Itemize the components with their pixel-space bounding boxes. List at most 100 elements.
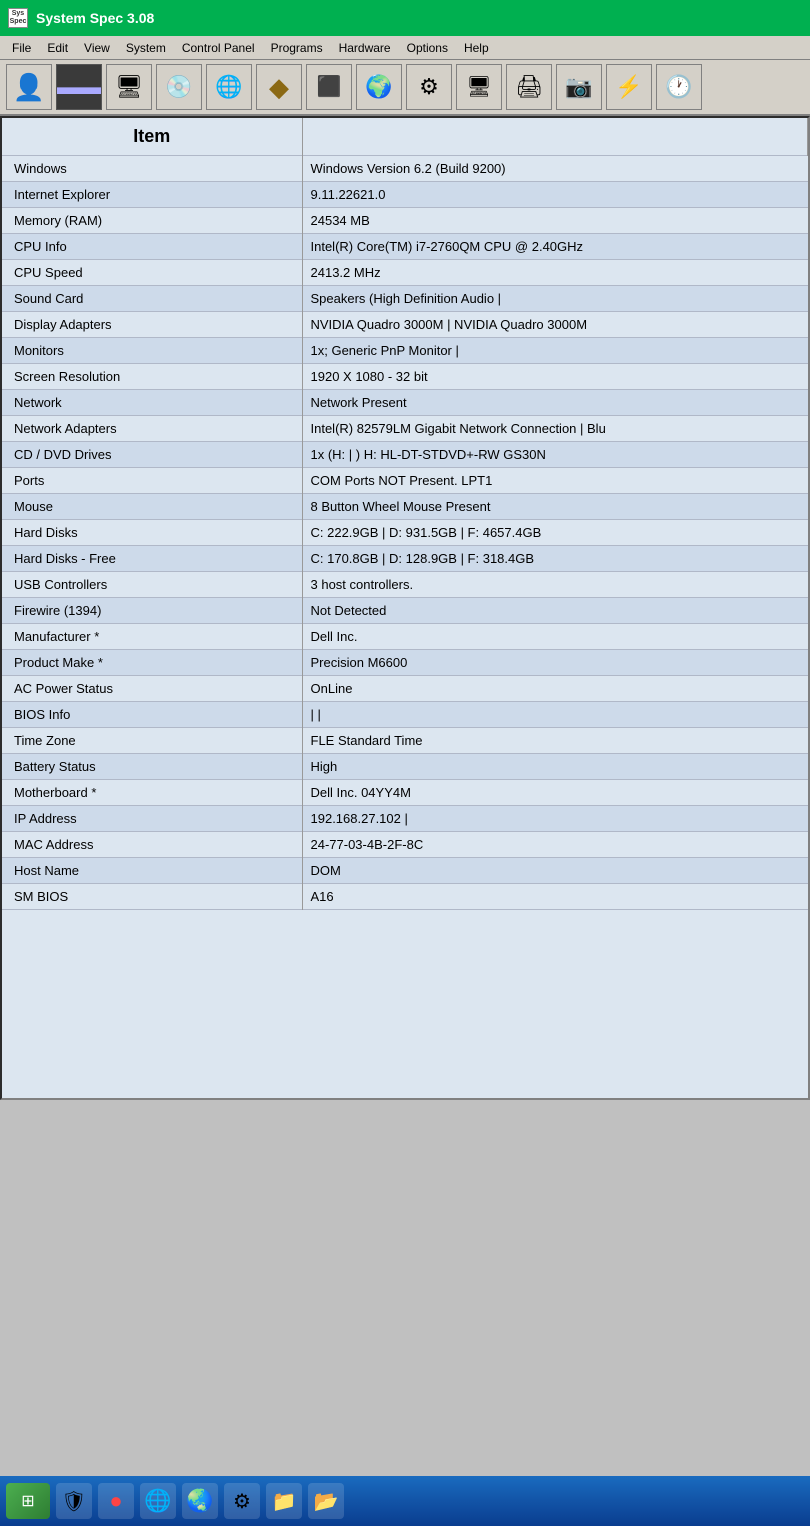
row-value: 3 host controllers. xyxy=(302,572,808,598)
row-value: OnLine xyxy=(302,676,808,702)
table-row: AC Power Status OnLine xyxy=(2,676,808,702)
toolbar-monitor-btn[interactable]: 🖥 xyxy=(106,64,152,110)
monitor-icon: 🖥 xyxy=(115,76,143,98)
toolbar-globe-btn[interactable]: 🌐 xyxy=(206,64,252,110)
menu-edit[interactable]: Edit xyxy=(39,39,76,57)
clock-icon: 🕐 xyxy=(665,76,692,98)
row-value: | | xyxy=(302,702,808,728)
toolbar-usb-btn[interactable]: ⚡ xyxy=(606,64,652,110)
table-row: Display Adapters NVIDIA Quadro 3000M | N… xyxy=(2,312,808,338)
row-value: 1920 X 1080 - 32 bit xyxy=(302,364,808,390)
taskbar-files[interactable]: 📂 xyxy=(308,1483,344,1519)
malwarebytes-icon: 🛡 xyxy=(61,1489,86,1514)
diamond-icon: ◆ xyxy=(269,74,289,100)
toolbar-print-btn[interactable]: 🖨 xyxy=(506,64,552,110)
toolbar-chip-btn[interactable]: ⬛ xyxy=(306,64,352,110)
row-value: Intel(R) Core(TM) i7-2760QM CPU @ 2.40GH… xyxy=(302,234,808,260)
row-item: MAC Address xyxy=(2,832,302,858)
folder-icon: 📁 xyxy=(272,1489,297,1514)
row-item: USB Controllers xyxy=(2,572,302,598)
taskbar-chrome[interactable]: 🌐 xyxy=(140,1483,176,1519)
row-item: Internet Explorer xyxy=(2,182,302,208)
windows-icon: ⊞ xyxy=(21,1491,34,1511)
row-item: Windows xyxy=(2,156,302,182)
toolbar-disk-btn[interactable]: 💿 xyxy=(156,64,202,110)
table-row: USB Controllers 3 host controllers. xyxy=(2,572,808,598)
row-item: Host Name xyxy=(2,858,302,884)
taskbar: ⊞ 🛡 ● 🌐 🌏 ⚙ 📁 📂 xyxy=(0,1476,810,1526)
table-row: Battery Status High xyxy=(2,754,808,780)
taskbar-antivirus[interactable]: ● xyxy=(98,1483,134,1519)
table-row: MAC Address 24-77-03-4B-2F-8C xyxy=(2,832,808,858)
row-item: Network xyxy=(2,390,302,416)
row-item: Ports xyxy=(2,468,302,494)
start-button[interactable]: ⊞ xyxy=(6,1483,50,1519)
menu-system[interactable]: System xyxy=(118,39,174,57)
menu-file[interactable]: File xyxy=(4,39,39,57)
row-item: Battery Status xyxy=(2,754,302,780)
taskbar-folder[interactable]: 📁 xyxy=(266,1483,302,1519)
row-value: Windows Version 6.2 (Build 9200) xyxy=(302,156,808,182)
row-value: Network Present xyxy=(302,390,808,416)
row-value: 9.11.22621.0 xyxy=(302,182,808,208)
row-item: Time Zone xyxy=(2,728,302,754)
main-content: Item Windows Windows Version 6.2 (Build … xyxy=(0,116,810,1100)
table-row: Mouse 8 Button Wheel Mouse Present xyxy=(2,494,808,520)
toolbar-user-btn[interactable]: 👤 xyxy=(6,64,52,110)
taskbar-settings[interactable]: ⚙ xyxy=(224,1483,260,1519)
toolbar-camera-btn[interactable]: 📷 xyxy=(556,64,602,110)
menu-view[interactable]: View xyxy=(76,39,118,57)
toolbar-clock-btn[interactable]: 🕐 xyxy=(656,64,702,110)
table-row: BIOS Info | | xyxy=(2,702,808,728)
menu-programs[interactable]: Programs xyxy=(263,39,331,57)
table-row: Screen Resolution 1920 X 1080 - 32 bit xyxy=(2,364,808,390)
antivirus-icon: ● xyxy=(109,1488,122,1514)
print-icon: 🖨 xyxy=(515,76,543,98)
table-row: SM BIOS A16 xyxy=(2,884,808,910)
menu-options[interactable]: Options xyxy=(399,39,456,57)
chip-dark-icon: ▬▬ xyxy=(57,76,101,98)
row-value: 8 Button Wheel Mouse Present xyxy=(302,494,808,520)
toolbar-cpu-btn[interactable]: ▬▬ xyxy=(56,64,102,110)
info-area: Item Windows Windows Version 6.2 (Build … xyxy=(2,118,808,1098)
camera-icon: 📷 xyxy=(565,76,592,98)
header-value xyxy=(302,118,808,156)
row-item: CPU Info xyxy=(2,234,302,260)
row-item: Display Adapters xyxy=(2,312,302,338)
row-item: SM BIOS xyxy=(2,884,302,910)
row-value: A16 xyxy=(302,884,808,910)
app-icon: SysSpec xyxy=(8,8,28,28)
row-value: 1x (H: | ) H: HL-DT-STDVD+-RW GS30N xyxy=(302,442,808,468)
taskbar-browser2[interactable]: 🌏 xyxy=(182,1483,218,1519)
table-row: Internet Explorer 9.11.22621.0 xyxy=(2,182,808,208)
footer-area: * Requires administrator privileges http… xyxy=(2,910,808,1098)
row-item: Sound Card xyxy=(2,286,302,312)
row-item: Memory (RAM) xyxy=(2,208,302,234)
row-value: NVIDIA Quadro 3000M | NVIDIA Quadro 3000… xyxy=(302,312,808,338)
table-row: IP Address 192.168.27.102 | xyxy=(2,806,808,832)
row-item: IP Address xyxy=(2,806,302,832)
row-item: BIOS Info xyxy=(2,702,302,728)
table-row: Memory (RAM) 24534 MB xyxy=(2,208,808,234)
toolbar-network-btn[interactable]: 🌍 xyxy=(356,64,402,110)
table-row: Windows Windows Version 6.2 (Build 9200) xyxy=(2,156,808,182)
menu-help[interactable]: Help xyxy=(456,39,497,57)
chrome-icon: 🌐 xyxy=(144,1488,171,1514)
system-info-table: Item Windows Windows Version 6.2 (Build … xyxy=(2,118,808,910)
toolbar: 👤 ▬▬ 🖥 💿 🌐 ◆ ⬛ 🌍 ⚙ 🖥 🖨 📷 ⚡ 🕐 xyxy=(0,60,810,116)
table-row: Host Name DOM xyxy=(2,858,808,884)
files-icon: 📂 xyxy=(314,1489,339,1514)
table-row: Monitors 1x; Generic PnP Monitor | xyxy=(2,338,808,364)
row-value: 1x; Generic PnP Monitor | xyxy=(302,338,808,364)
toolbar-display-btn[interactable]: 🖥 xyxy=(456,64,502,110)
toolbar-gear-btn[interactable]: ⚙ xyxy=(406,64,452,110)
menu-hardware[interactable]: Hardware xyxy=(331,39,399,57)
row-item: Motherboard * xyxy=(2,780,302,806)
table-row: Product Make * Precision M6600 xyxy=(2,650,808,676)
table-row: Manufacturer * Dell Inc. xyxy=(2,624,808,650)
toolbar-diamond-btn[interactable]: ◆ xyxy=(256,64,302,110)
taskbar-malwarebytes[interactable]: 🛡 xyxy=(56,1483,92,1519)
table-row: CD / DVD Drives 1x (H: | ) H: HL-DT-STDV… xyxy=(2,442,808,468)
menu-control-panel[interactable]: Control Panel xyxy=(174,39,263,57)
row-value: COM Ports NOT Present. LPT1 xyxy=(302,468,808,494)
